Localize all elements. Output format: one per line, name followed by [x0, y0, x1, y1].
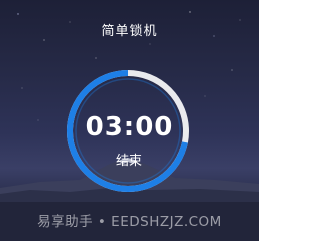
end-button[interactable]: 结束	[104, 151, 154, 173]
page-title: 简单锁机	[101, 24, 158, 39]
watermark-text: 易享助手 • EEDSHZJZ.COM	[37, 214, 222, 230]
lock-screen: 简单锁机 03:00 结束 易享助手 • EEDSHZJZ.COM	[0, 0, 259, 241]
countdown-time: 03:00	[85, 112, 174, 142]
